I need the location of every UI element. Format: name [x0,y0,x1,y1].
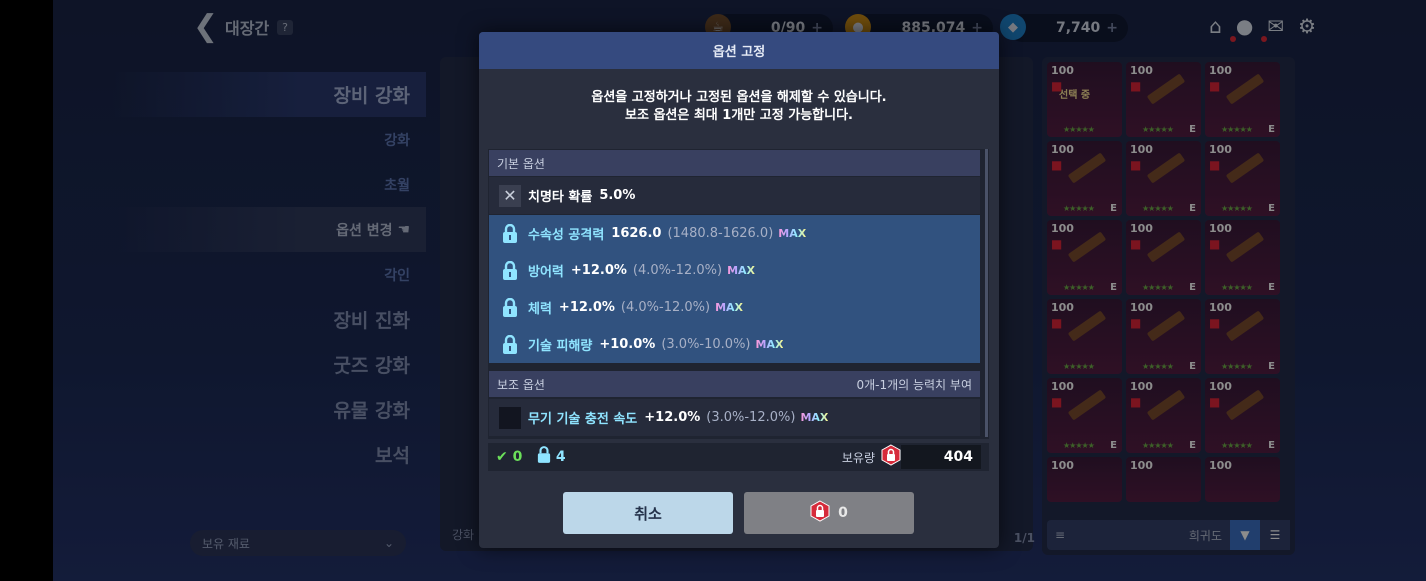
lock-icon [499,334,521,356]
unlocked-checkbox[interactable] [499,406,521,429]
option-row-water-atk[interactable]: 수속성 공격력 1626.0 (1480.8-1626.0) MAX [489,215,980,252]
options-scrollbar[interactable] [985,149,988,437]
lock-icon [537,446,551,468]
lock-status-bar: ✔ 0 4 보유량 404 [488,443,989,471]
cancel-button[interactable]: 취소 [563,492,733,534]
sub-options-header: 보조 옵션 0개-1개의 능력치 부여 [489,371,980,397]
dialog-title: 옵션 고정 [479,32,999,69]
close-icon: ✕ [499,184,521,207]
checked-count: 0 [512,449,523,465]
option-lock-dialog: 옵션 고정 옵션을 고정하거나 고정된 옵션을 해제할 수 있습니다. 보조 옵… [479,32,999,548]
lock-gem-icon [881,444,901,470]
basic-options-header: 기본 옵션 [489,150,980,176]
lock-icon [499,297,521,319]
locked-count: 4 [555,449,566,465]
option-row-defense[interactable]: 방어력 +12.0% (4.0%-12.0%) MAX [489,252,980,289]
lock-icon [499,260,521,282]
option-row-crit[interactable]: ✕ 치명타 확률 5.0% [489,177,980,214]
option-row-hp[interactable]: 체력 +12.0% (4.0%-12.0%) MAX [489,289,980,326]
lock-icon [499,223,521,245]
options-list: 기본 옵션 ✕ 치명타 확률 5.0% 수속성 공격력 1626.0 (1480… [488,149,989,439]
lock-gem-icon [810,500,830,526]
confirm-cost: 0 [838,505,848,521]
dialog-description: 옵션을 고정하거나 고정된 옵션을 해제할 수 있습니다. 보조 옵션은 최대 … [591,90,887,123]
check-icon: ✔ [496,449,508,465]
option-row-weapon-charge[interactable]: 무기 기술 충전 속도 +12.0% (3.0%-12.0%) MAX [489,399,980,436]
option-row-skill-dmg[interactable]: 기술 피해량 +10.0% (3.0%-10.0%) MAX [489,326,980,363]
confirm-lock-button[interactable]: 0 [744,492,914,534]
holding-label: 보유량 [841,450,875,465]
forge-screen: ❮ 대장간 ? ☕ 0/90 + ● 885,074 + ◆ 7,740 + ⌂ ● … [53,0,1426,581]
holding-count: 404 [901,445,981,469]
